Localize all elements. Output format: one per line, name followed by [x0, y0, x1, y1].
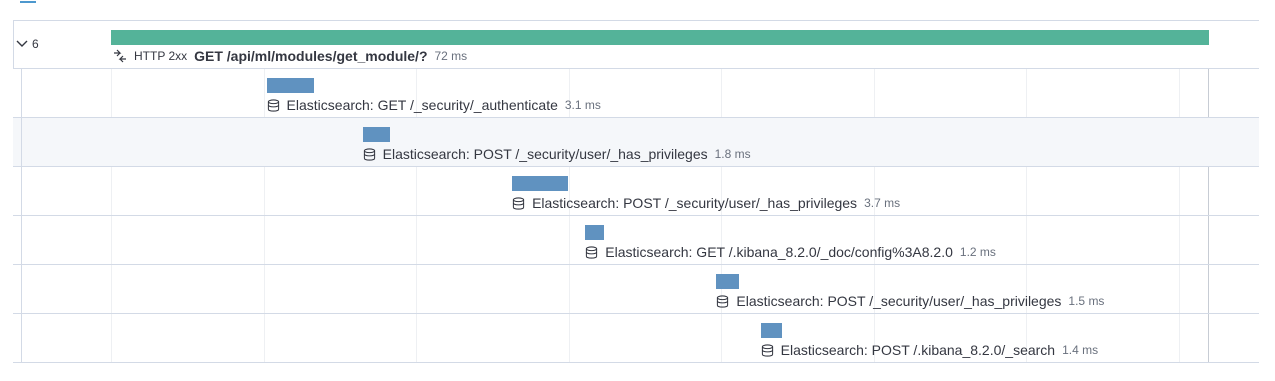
http-status-badge: HTTP 2xx — [134, 49, 188, 63]
span-bar[interactable] — [266, 78, 314, 93]
span-label[interactable]: Elasticsearch: POST /.kibana_8.2.0/_sear… — [761, 342, 1098, 358]
row-indent-line — [21, 314, 22, 362]
span-duration: 1.2 ms — [959, 245, 996, 259]
axis-tick-label: 10 ms — [256, 0, 283, 2]
row-indent-line — [21, 265, 22, 313]
span-duration: 1.8 ms — [714, 147, 751, 161]
span-name: Elasticsearch: POST /_security/user/_has… — [382, 146, 708, 162]
span-bar[interactable] — [585, 225, 604, 240]
axis-tick-label: 60 ms — [1018, 0, 1045, 2]
span-bar[interactable] — [362, 127, 391, 142]
axis-tick-label: 40 ms — [713, 0, 740, 2]
axis-tick-label: 30 ms — [561, 0, 588, 2]
span-row[interactable]: Elasticsearch: GET /.kibana_8.2.0/_doc/c… — [13, 216, 1259, 265]
span-bar[interactable] — [716, 274, 740, 289]
row-indent-line — [21, 216, 22, 264]
collapse-toggle[interactable]: 6 — [16, 37, 39, 51]
span-label[interactable]: Elasticsearch: POST /_security/user/_has… — [512, 195, 900, 211]
timeline-axis: 0 ms 10 ms 20 ms 30 ms 40 ms 50 ms 60 ms 72 ms — [0, 0, 1275, 20]
transaction-duration: 72 ms — [434, 49, 468, 63]
span-duration: 3.7 ms — [864, 196, 901, 210]
legend-icon[interactable] — [20, 0, 36, 6]
span-bar[interactable] — [512, 176, 569, 191]
root-transaction-label[interactable]: HTTP 2xx GET /api/ml/modules/get_module/… — [113, 48, 467, 64]
database-icon — [716, 294, 729, 308]
span-label[interactable]: Elasticsearch: POST /_security/user/_has… — [363, 146, 751, 162]
row-indent-line — [21, 69, 22, 117]
span-name: Elasticsearch: GET /_security/_authentic… — [286, 97, 558, 113]
span-row[interactable]: Elasticsearch: POST /.kibana_8.2.0/_sear… — [13, 314, 1259, 363]
span-row[interactable]: Elasticsearch: POST /_security/user/_has… — [13, 167, 1259, 216]
span-row[interactable]: Elasticsearch: GET /_security/_authentic… — [13, 69, 1259, 118]
row-indent-line — [21, 118, 22, 166]
http-icon — [114, 49, 126, 63]
axis-tick-label: 0 ms — [103, 0, 125, 2]
span-duration: 1.5 ms — [1068, 294, 1105, 308]
span-label[interactable]: Elasticsearch: POST /_security/user/_has… — [716, 293, 1104, 309]
span-name: Elasticsearch: POST /_security/user/_has… — [532, 195, 858, 211]
axis-tick-label: 72 ms — [1187, 0, 1215, 2]
span-duration: 1.4 ms — [1062, 343, 1099, 357]
database-icon — [585, 245, 598, 259]
span-duration: 3.1 ms — [564, 98, 601, 112]
row-indent-line — [21, 167, 22, 215]
span-name: Elasticsearch: GET /.kibana_8.2.0/_doc/c… — [605, 244, 953, 260]
span-name: Elasticsearch: POST /_security/user/_has… — [736, 293, 1062, 309]
span-label[interactable]: Elasticsearch: GET /_security/_authentic… — [267, 97, 601, 113]
database-icon — [761, 343, 774, 357]
span-list: Elasticsearch: GET /_security/_authentic… — [13, 69, 1259, 363]
span-row[interactable]: Elasticsearch: POST /_security/user/_has… — [13, 118, 1259, 167]
span-name: Elasticsearch: POST /.kibana_8.2.0/_sear… — [780, 342, 1056, 358]
database-icon — [267, 98, 280, 112]
span-row[interactable]: Elasticsearch: POST /_security/user/_has… — [13, 265, 1259, 314]
child-count: 6 — [32, 37, 39, 51]
span-bar[interactable] — [760, 323, 782, 338]
database-icon — [512, 196, 525, 210]
span-label[interactable]: Elasticsearch: GET /.kibana_8.2.0/_doc/c… — [585, 244, 996, 260]
chevron-down-icon — [16, 40, 28, 47]
axis-tick-label: 50 ms — [866, 0, 893, 2]
axis-tick-label: 20 ms — [408, 0, 435, 2]
database-icon — [363, 147, 376, 161]
root-transaction-bar[interactable] — [111, 30, 1209, 45]
transaction-name: GET /api/ml/modules/get_module/? — [194, 48, 428, 64]
